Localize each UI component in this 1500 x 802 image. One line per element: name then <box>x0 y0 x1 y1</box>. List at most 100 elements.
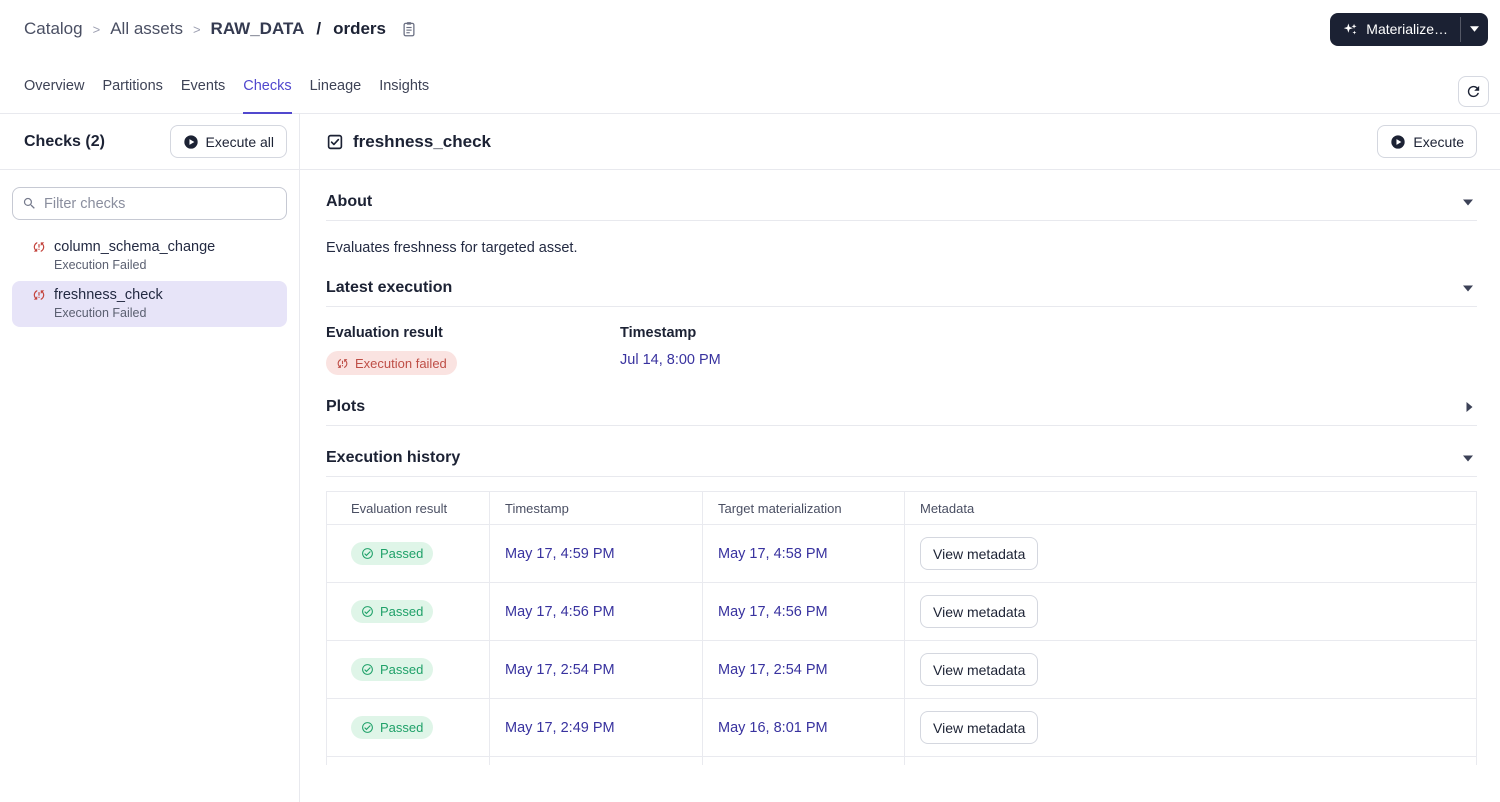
about-title: About <box>326 193 373 210</box>
search-icon <box>23 197 35 209</box>
timestamp-link[interactable]: May 17, 2:49 PM <box>505 720 615 736</box>
filter-checks-box <box>12 187 287 220</box>
column-header-timestamp: Timestamp <box>490 492 703 524</box>
plots-title: Plots <box>326 398 366 415</box>
breadcrumb-all-assets[interactable]: All assets <box>110 19 183 39</box>
top-header: Catalog > All assets > RAW_DATA / orders <box>0 0 1500 58</box>
materialize-label: Materialize… <box>1366 21 1448 37</box>
materialize-split-button: Materialize… <box>1330 12 1488 46</box>
timestamp-link[interactable]: May 17, 4:59 PM <box>505 546 615 562</box>
collapse-latest-execution-button[interactable] <box>1459 281 1477 296</box>
checks-sidebar: Checks (2) Execute all column_schema_cha… <box>0 114 300 802</box>
execute-all-label: Execute all <box>205 133 274 150</box>
check-detail-header: freshness_check Execute <box>300 114 1500 170</box>
caret-down-icon <box>1463 455 1473 461</box>
checked-checkbox-icon <box>327 134 343 149</box>
passed-label: Passed <box>380 720 424 735</box>
check-circle-icon <box>362 664 373 675</box>
execution-failed-label: Execution failed <box>355 355 447 371</box>
execution-failed-badge: Execution failed <box>326 351 457 375</box>
execute-all-button[interactable]: Execute all <box>169 125 287 158</box>
sync-problem-icon <box>337 358 348 368</box>
breadcrumb-asset-group[interactable]: RAW_DATA <box>211 19 305 39</box>
filter-checks-input[interactable] <box>44 195 277 212</box>
tab-overview[interactable]: Overview <box>24 58 84 113</box>
tab-checks[interactable]: Checks <box>243 58 292 114</box>
timestamp-label: Timestamp <box>620 325 697 341</box>
refresh-icon <box>1467 85 1480 98</box>
play-circle-icon <box>183 134 198 149</box>
divider <box>326 425 1477 426</box>
tab-partitions[interactable]: Partitions <box>102 58 162 113</box>
latest-execution-section-header[interactable]: Latest execution <box>326 270 1477 306</box>
target-materialization-link[interactable]: May 17, 4:56 PM <box>718 604 828 620</box>
expand-plots-button[interactable] <box>1462 398 1477 416</box>
tabs: Overview Partitions Events Checks Lineag… <box>24 58 429 114</box>
target-materialization-link[interactable]: May 17, 4:58 PM <box>718 546 828 562</box>
table-row: Passed May 17, 2:54 PM May 17, 2:54 PM V… <box>327 641 1476 699</box>
materialize-dropdown-button[interactable] <box>1461 13 1488 46</box>
tab-insights[interactable]: Insights <box>379 58 429 113</box>
collapse-execution-history-button[interactable] <box>1459 451 1477 466</box>
sync-problem-icon <box>33 242 45 252</box>
latest-execution-details: Evaluation result Execution failed Times… <box>326 325 1477 375</box>
target-materialization-link[interactable]: May 16, 8:01 PM <box>718 720 828 736</box>
check-list-item-freshness-check[interactable]: freshness_check Execution Failed <box>12 281 287 327</box>
latest-execution-title: Latest execution <box>326 279 453 296</box>
sidebar-header: Checks (2) Execute all <box>0 114 299 170</box>
passed-badge: Passed <box>351 716 434 739</box>
view-metadata-button[interactable]: View metadata <box>920 653 1039 686</box>
execute-label: Execute <box>1413 133 1464 150</box>
caret-right-icon <box>1466 402 1473 412</box>
about-section-header[interactable]: About <box>326 184 1477 220</box>
app-window: Catalog > All assets > RAW_DATA / orders <box>0 0 1500 802</box>
target-materialization-link[interactable]: May 17, 2:54 PM <box>718 662 828 678</box>
refresh-button[interactable] <box>1458 76 1489 107</box>
table-row-cutoff <box>327 757 1476 765</box>
sync-problem-icon <box>33 290 45 300</box>
sparkle-icon <box>1344 22 1357 35</box>
view-metadata-button[interactable]: View metadata <box>920 537 1039 570</box>
breadcrumb: Catalog > All assets > RAW_DATA / orders <box>24 19 418 39</box>
latest-timestamp-link[interactable]: Jul 14, 8:00 PM <box>620 352 721 368</box>
check-list-item-column-schema-change[interactable]: column_schema_change Execution Failed <box>12 233 287 279</box>
check-name: freshness_check <box>54 287 163 303</box>
check-list: column_schema_change Execution Failed fr… <box>0 233 299 327</box>
collapse-about-button[interactable] <box>1459 195 1477 210</box>
caret-down-icon <box>1463 199 1473 205</box>
tab-lineage[interactable]: Lineage <box>310 58 362 113</box>
passed-badge: Passed <box>351 542 434 565</box>
table-header-row: Evaluation result Timestamp Target mater… <box>327 492 1476 525</box>
view-metadata-button[interactable]: View metadata <box>920 595 1039 628</box>
tab-events[interactable]: Events <box>181 58 225 113</box>
copy-asset-name-icon[interactable] <box>400 20 418 38</box>
materialize-button[interactable]: Materialize… <box>1330 13 1460 46</box>
check-name: column_schema_change <box>54 239 216 255</box>
timestamp-link[interactable]: May 17, 4:56 PM <box>505 604 615 620</box>
evaluation-result-label: Evaluation result <box>326 325 443 341</box>
execution-history-title: Execution history <box>326 449 461 466</box>
passed-label: Passed <box>380 662 424 677</box>
execute-button[interactable]: Execute <box>1377 125 1477 158</box>
execution-history-section-header[interactable]: Execution history <box>326 440 1477 476</box>
view-metadata-button[interactable]: View metadata <box>920 711 1039 744</box>
column-header-metadata: Metadata <box>920 500 975 516</box>
passed-label: Passed <box>380 546 424 561</box>
chevron-down-icon <box>1470 26 1479 32</box>
table-row: Passed May 17, 4:56 PM May 17, 4:56 PM V… <box>327 583 1476 641</box>
plots-section-header[interactable]: Plots <box>326 389 1477 425</box>
passed-badge: Passed <box>351 600 434 623</box>
timestamp-link[interactable]: May 17, 2:54 PM <box>505 662 615 678</box>
divider <box>326 306 1477 307</box>
check-title: freshness_check <box>353 131 491 151</box>
passed-badge: Passed <box>351 658 434 681</box>
column-header-target-materialization: Target materialization <box>703 492 905 524</box>
checks-count-title: Checks (2) <box>24 132 105 150</box>
breadcrumb-catalog[interactable]: Catalog <box>24 19 83 39</box>
divider <box>326 220 1477 221</box>
passed-label: Passed <box>380 604 424 619</box>
chevron-right-separator: > <box>92 21 101 37</box>
chevron-right-separator: > <box>192 21 201 37</box>
table-row: Passed May 17, 4:59 PM May 17, 4:58 PM V… <box>327 525 1476 583</box>
divider <box>326 476 1477 477</box>
